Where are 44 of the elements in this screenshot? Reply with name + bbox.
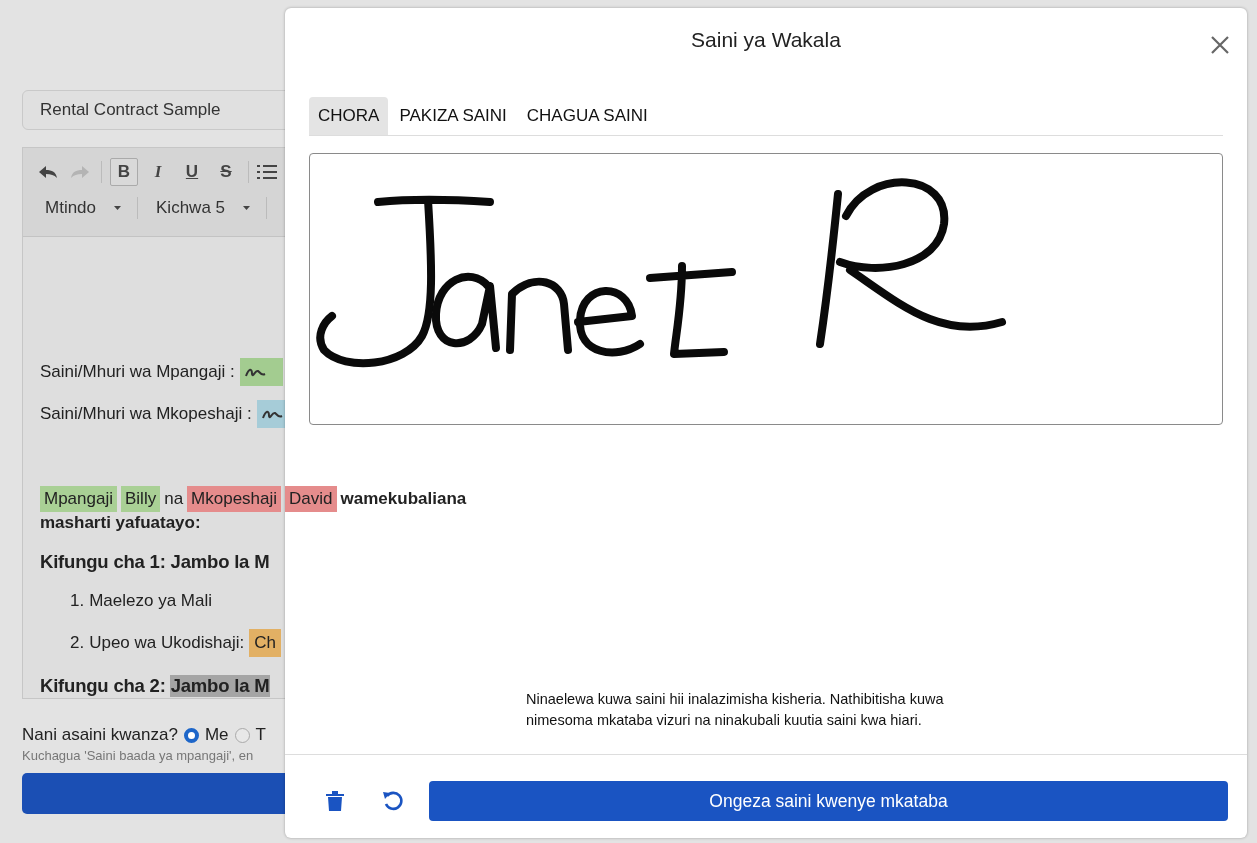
dialog-title: Saini ya Wakala (691, 28, 841, 52)
highlighted-text: Jambo la M (169, 675, 271, 697)
clause-heading: Kifungu cha 2: (40, 675, 166, 697)
tab[interactable]: PAKIZA SAINI (390, 97, 516, 135)
undo-icon[interactable] (38, 164, 58, 180)
caret-icon[interactable] (243, 206, 250, 210)
radio-button[interactable] (183, 727, 199, 743)
close-icon[interactable] (1209, 34, 1231, 56)
strike-button[interactable]: S (212, 158, 240, 186)
radio-label: T (255, 725, 266, 745)
tab[interactable]: CHAGUA SAINI (517, 97, 657, 135)
party-tag: Billy (121, 486, 161, 512)
style-dropdown[interactable]: Mtindo (35, 193, 130, 223)
list-item-text: Upeo wa Ukodishaji: (89, 633, 245, 653)
signature-label: Saini/Mhuri wa Mkopeshaji : (40, 404, 252, 424)
party-tag: David (285, 486, 337, 512)
list-icon[interactable] (257, 163, 277, 181)
style-dropdown[interactable]: Kichwa 5 (146, 193, 258, 223)
trash-icon[interactable] (323, 789, 347, 813)
bold-button[interactable]: B (110, 158, 138, 186)
field-tag: Ch (249, 629, 281, 657)
question-label: Nani asaini kwanza? (22, 725, 178, 745)
hint-text: Kuchagua 'Saini baada ya mpangaji', en (22, 748, 255, 763)
clause-heading: Kifungu cha 1: Jambo la M (40, 551, 270, 573)
underline-button[interactable]: U (178, 158, 206, 186)
radio-label: Me (204, 725, 229, 745)
signature-label: Saini/Mhuri wa Mpangaji : (40, 362, 235, 382)
party-tag: Mkopeshaji (187, 486, 282, 512)
add-signature-button[interactable]: Ongeza saini kwenye mkataba (429, 781, 1228, 821)
list-item-text: Maelezo ya Mali (89, 591, 212, 611)
tab[interactable]: CHORA (309, 97, 389, 135)
drawing-canvas[interactable] (309, 153, 1223, 425)
list-number: 1. (70, 591, 85, 611)
consent-text: Ninaelewa kuwa saini hii inalazimisha kisheria. Nathibitisha kuwa nimesoma mkataba vizuri na ninakubali kuutia saini kwa hiari. (526, 690, 945, 730)
document-text: wamekubaliana (340, 488, 467, 510)
radio-button[interactable] (234, 727, 250, 743)
signature-field[interactable] (239, 358, 283, 386)
reset-icon[interactable] (381, 789, 405, 813)
list-number: 2. (70, 633, 85, 653)
document-text: masharti yafuatayo: (40, 513, 202, 533)
party-tag: Mpangaji (40, 486, 117, 512)
caret-icon[interactable] (114, 206, 122, 210)
italic-button[interactable]: I (144, 158, 172, 186)
document-text: na (164, 488, 184, 510)
